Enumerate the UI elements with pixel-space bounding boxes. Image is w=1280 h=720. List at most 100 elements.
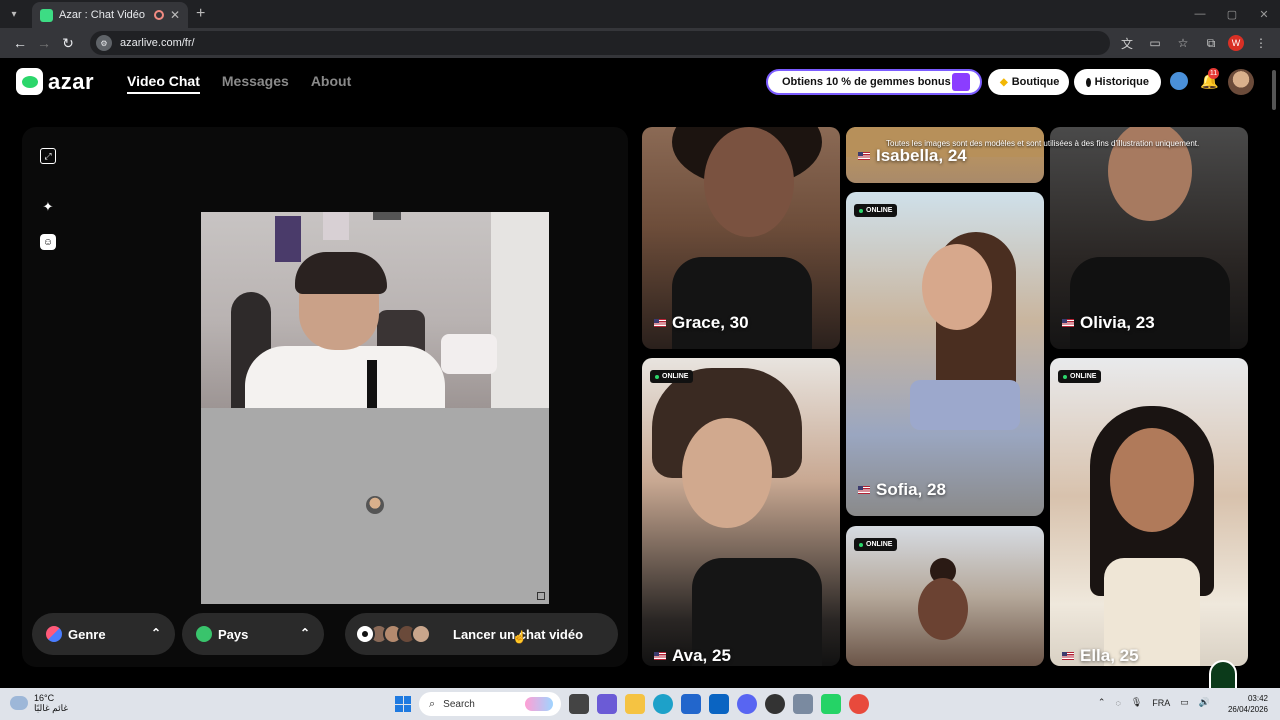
user-faces-stack (355, 624, 431, 644)
video-preview (201, 212, 549, 604)
microphone-icon[interactable]: 🎙 (1131, 697, 1142, 708)
tray-expand-icon[interactable]: ⌃ (1098, 697, 1106, 708)
whatsapp-icon[interactable] (821, 694, 841, 714)
discord-icon[interactable] (737, 694, 757, 714)
windows-start-icon[interactable] (395, 696, 411, 712)
forward-button[interactable]: → (32, 31, 56, 55)
weather-widget[interactable]: 16°C غائم غالبًا (10, 693, 68, 713)
us-flag-icon (654, 319, 666, 327)
gem-balance-icon[interactable] (1170, 72, 1188, 90)
gem-promo-button[interactable]: Obtiens 10 % de gemmes bonus ! (766, 69, 982, 95)
online-label: ONLINE (866, 207, 893, 214)
history-button[interactable]: Historique (1074, 69, 1161, 95)
settings-icon[interactable] (793, 694, 813, 714)
edge-icon[interactable] (653, 694, 673, 714)
nav-video-chat[interactable]: Video Chat (127, 73, 200, 94)
back-button[interactable]: ← (8, 31, 32, 55)
profile-card[interactable]: Isabella, 24 (846, 127, 1044, 183)
profile-name-text: Olivia, 23 (1080, 313, 1155, 332)
translate-icon[interactable]: 文 (1116, 31, 1138, 55)
volume-icon[interactable]: 🔊 (1199, 697, 1210, 708)
country-label: Pays (218, 626, 249, 642)
bookmark-star-icon[interactable]: ☆ (1172, 31, 1194, 55)
close-window-button[interactable]: ✕ (1248, 0, 1280, 28)
pip-icon[interactable] (537, 592, 545, 600)
gender-icon (46, 626, 62, 642)
tab-title: Azar : Chat Vidéo avec de n (59, 9, 148, 21)
clock-time: 03:42 (1247, 694, 1268, 703)
face-filter-icon[interactable]: ☺ (40, 234, 56, 250)
toolbar-icons: 文 ▭ ☆ ⧉ W ⋮ (1116, 31, 1272, 55)
online-badge: ONLINE (854, 538, 898, 551)
shop-label: Boutique (1011, 76, 1060, 88)
minimize-button[interactable]: — (1184, 0, 1216, 28)
profile-card[interactable]: ONLINE Sofia, 28 (846, 192, 1044, 516)
browser-menu-icon[interactable]: ⋮ (1250, 31, 1272, 55)
gender-filter-button[interactable]: Genre ⌃ (32, 613, 175, 655)
obs-icon[interactable] (765, 694, 785, 714)
file-explorer-icon[interactable] (625, 694, 645, 714)
nav-messages[interactable]: Messages (222, 73, 289, 94)
weather-description: غائم غالبًا (34, 703, 69, 713)
tab-close-icon[interactable]: ✕ (170, 8, 180, 22)
online-badge: ONLINE (1058, 370, 1102, 383)
magic-wand-icon[interactable]: ✦ (40, 199, 56, 215)
nav-about[interactable]: About (311, 73, 351, 94)
shop-button[interactable]: ◆ Boutique (988, 69, 1069, 95)
chrome-icon[interactable] (849, 694, 869, 714)
gem-icon: ◆ (1000, 76, 1008, 88)
network-icon[interactable]: ▭ (1180, 697, 1189, 708)
us-flag-icon (858, 152, 870, 160)
profile-avatar-button[interactable]: W (1228, 35, 1244, 51)
gender-label: Genre (68, 626, 106, 642)
system-tray: ⌃ ◌ 🎙 FRA ▭ 🔊 (1098, 697, 1210, 708)
us-flag-icon (1062, 652, 1074, 660)
extensions-icon[interactable]: ⧉ (1200, 31, 1222, 55)
online-badge: ONLINE (854, 204, 898, 217)
language-indicator[interactable]: FRA (1152, 698, 1170, 708)
profile-name: Olivia, 23 (1062, 313, 1155, 333)
outlook-icon[interactable] (709, 694, 729, 714)
store-icon[interactable] (681, 694, 701, 714)
profile-card[interactable]: Olivia, 23 (1050, 127, 1248, 349)
search-placeholder: Search (443, 698, 475, 710)
profile-card[interactable]: ONLINE Ella, 25 (1050, 358, 1248, 666)
mouse-cursor-icon: ☝ (512, 630, 527, 644)
site-info-icon[interactable]: ⚙ (96, 35, 112, 51)
url-field[interactable]: ⚙ azarlive.com/fr/ (90, 31, 1110, 55)
search-highlight-icon (525, 697, 553, 711)
window-controls: — ▢ ✕ (1184, 0, 1280, 28)
expand-icon[interactable]: ⤢ (40, 148, 56, 164)
task-view-icon[interactable] (569, 694, 589, 714)
tab-search-button[interactable]: ▾ (0, 0, 28, 28)
online-label: ONLINE (1070, 373, 1097, 380)
country-filter-button[interactable]: Pays ⌃ (182, 613, 324, 655)
chevron-up-icon: ⌃ (299, 626, 310, 640)
notification-count-badge: 11 (1208, 68, 1219, 79)
taskbar-clock[interactable]: 03:42 26/04/2026 (1228, 693, 1268, 715)
page-scrollbar[interactable] (1272, 64, 1278, 684)
maximize-button[interactable]: ▢ (1216, 0, 1248, 28)
profile-name: Ava, 25 (654, 646, 731, 666)
url-text: azarlive.com/fr/ (120, 37, 195, 49)
new-tab-button[interactable]: + (196, 5, 205, 23)
browser-tab[interactable]: Azar : Chat Vidéo avec de n ✕ (32, 2, 188, 28)
azar-logo[interactable]: azar (16, 68, 94, 95)
us-flag-icon (1062, 319, 1074, 327)
clock-icon (1086, 77, 1091, 87)
copilot-icon[interactable] (597, 694, 617, 714)
us-flag-icon (654, 652, 666, 660)
reload-button[interactable]: ↻ (56, 31, 80, 55)
clock-date: 26/04/2026 (1227, 705, 1268, 714)
us-flag-icon (858, 486, 870, 494)
eye-off-icon[interactable]: ◌ (1115, 698, 1120, 708)
start-video-chat-button[interactable]: Lancer un chat vidéo (345, 613, 618, 655)
profile-card[interactable]: ONLINE (846, 526, 1044, 666)
online-badge: ONLINE (650, 370, 694, 383)
profile-name: Isabella, 24 (858, 146, 967, 166)
cast-icon[interactable]: ▭ (1144, 31, 1166, 55)
taskbar-search[interactable]: ⌕ Search (419, 692, 561, 716)
profile-card[interactable]: ONLINE Ava, 25 (642, 358, 840, 666)
user-avatar[interactable] (1228, 69, 1254, 95)
profile-card[interactable]: Grace, 30 (642, 127, 840, 349)
